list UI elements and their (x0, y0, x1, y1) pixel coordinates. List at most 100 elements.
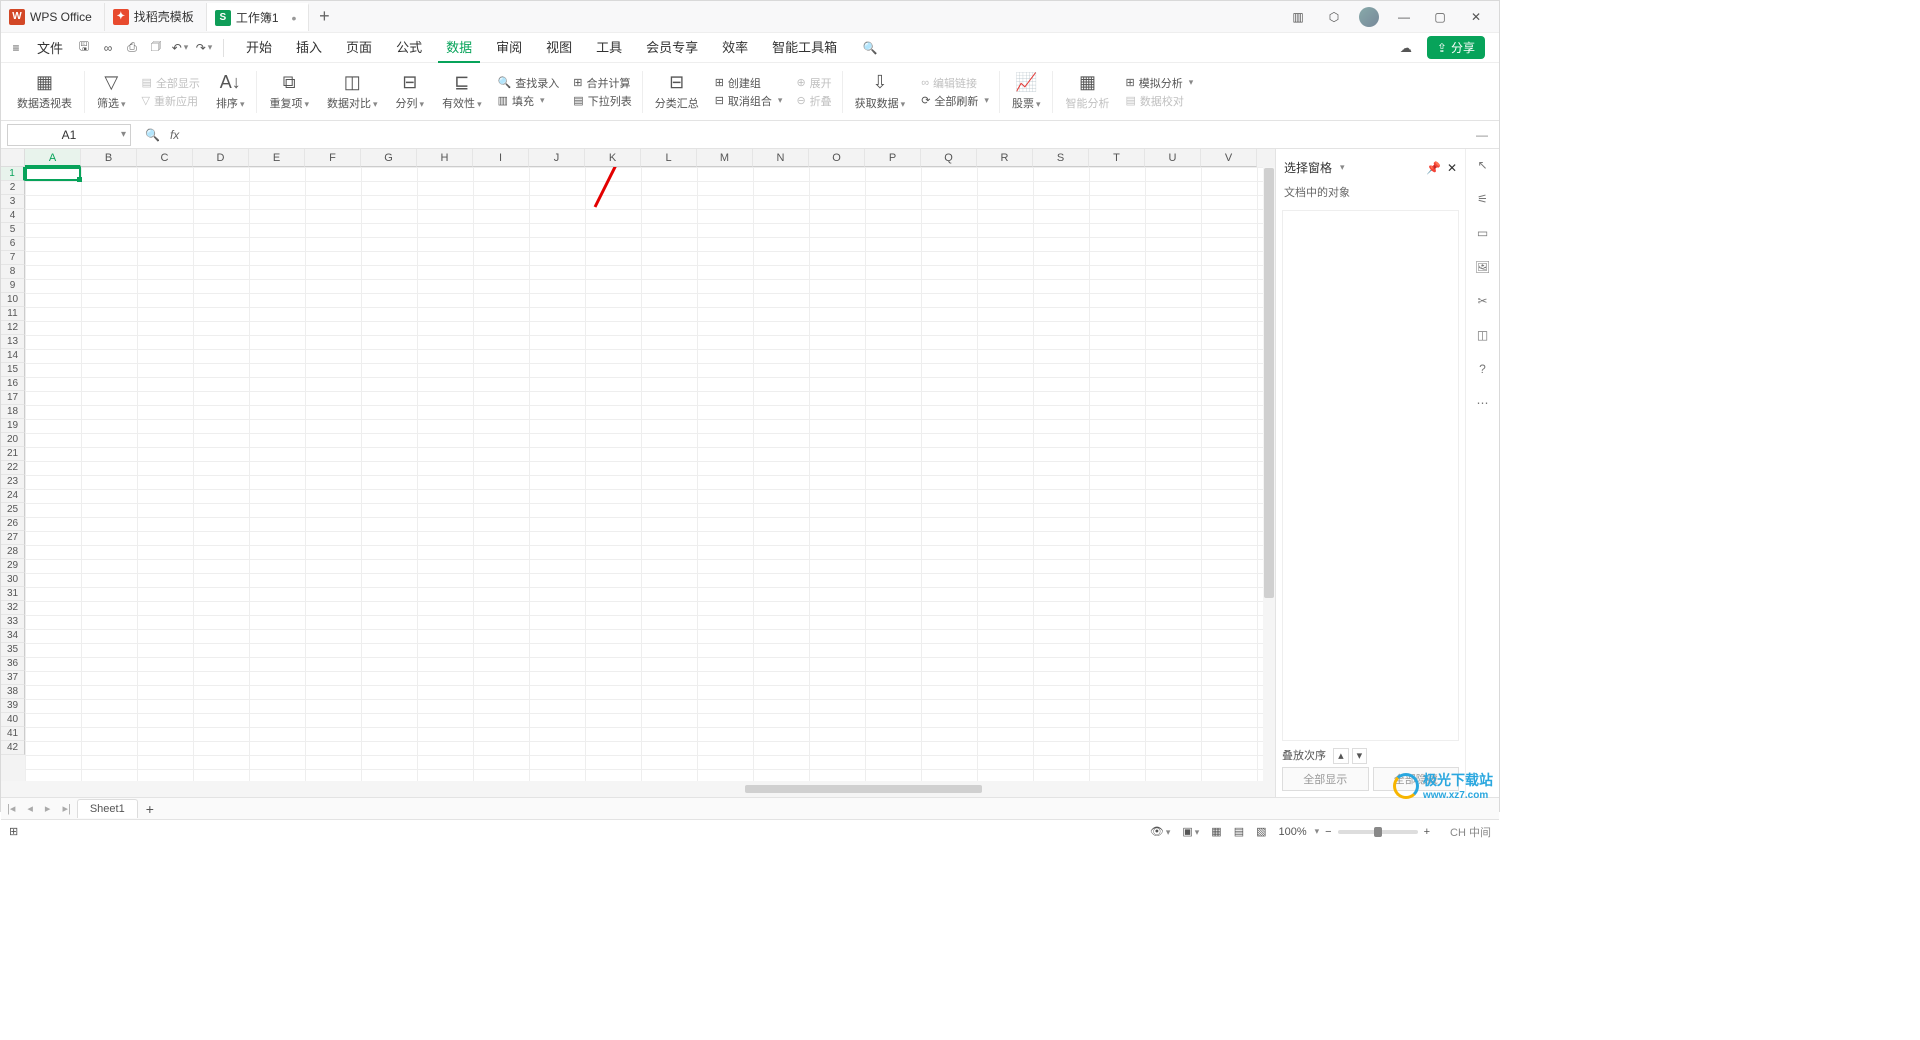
row-header[interactable]: 34 (1, 629, 25, 643)
validate-button[interactable]: ▤数据校对 (1125, 93, 1193, 109)
row-header[interactable]: 37 (1, 671, 25, 685)
save-icon[interactable]: 🖫 (73, 37, 95, 59)
fx-icon[interactable]: fx (170, 128, 179, 142)
maximize-icon[interactable]: ▢ (1429, 6, 1451, 28)
compare-button[interactable]: ◫数据对比▾ (321, 63, 384, 120)
col-header[interactable]: U (1145, 149, 1201, 167)
tab-data[interactable]: 数据 (438, 32, 480, 63)
col-header[interactable]: T (1089, 149, 1145, 167)
ungroup-button[interactable]: ⊟取消组合▾ (715, 93, 783, 109)
refresh-button[interactable]: ⟳全部刷新▾ (921, 93, 989, 109)
tab-review[interactable]: 审阅 (488, 32, 530, 63)
pin-icon[interactable]: 📌 (1426, 161, 1441, 175)
print-icon[interactable]: ⎙ (121, 37, 143, 59)
cell-grid[interactable] (25, 167, 1263, 781)
search-icon[interactable]: 🔍 (859, 37, 881, 59)
tab-formula[interactable]: 公式 (388, 32, 430, 63)
sheet-tab[interactable]: Sheet1 (77, 799, 138, 818)
tab-insert[interactable]: 插入 (288, 32, 330, 63)
row-header[interactable]: 11 (1, 307, 25, 321)
row-header[interactable]: 32 (1, 601, 25, 615)
row-header[interactable]: 7 (1, 251, 25, 265)
col-header[interactable]: S (1033, 149, 1089, 167)
col-header[interactable]: C (137, 149, 193, 167)
row-header[interactable]: 1 (1, 167, 25, 181)
col-header[interactable]: Q (921, 149, 977, 167)
cloud-icon[interactable]: ☁ (1395, 37, 1417, 59)
first-sheet-icon[interactable]: |◂ (1, 802, 21, 815)
valid-button[interactable]: ⊑有效性▾ (436, 63, 488, 120)
select-icon[interactable]: ↖ (1473, 155, 1493, 175)
row-header[interactable]: 26 (1, 517, 25, 531)
row-header[interactable]: 17 (1, 391, 25, 405)
formula-input[interactable] (189, 124, 1457, 146)
row-header[interactable]: 25 (1, 503, 25, 517)
view-page-icon[interactable]: ▤ (1234, 825, 1244, 838)
col-header[interactable]: N (753, 149, 809, 167)
present-icon[interactable]: ▭ (1473, 223, 1493, 243)
view-normal-icon[interactable]: ▦ (1211, 825, 1221, 838)
zoom-in-button[interactable]: + (1424, 826, 1430, 838)
row-header[interactable]: 23 (1, 475, 25, 489)
tab-smart[interactable]: 智能工具箱 (764, 32, 845, 63)
col-header[interactable]: A (25, 149, 81, 167)
col-header[interactable]: K (585, 149, 641, 167)
row-header[interactable]: 40 (1, 713, 25, 727)
row-header[interactable]: 14 (1, 349, 25, 363)
tab-templates[interactable]: ✦ 找稻壳模板 (105, 3, 207, 31)
last-sheet-icon[interactable]: ▸| (56, 802, 76, 815)
tab-page[interactable]: 页面 (338, 32, 380, 63)
col-header[interactable]: H (417, 149, 473, 167)
redo-icon[interactable]: ↷▾ (193, 37, 215, 59)
bookmark-icon[interactable]: ◫ (1473, 325, 1493, 345)
filter-button[interactable]: ▽筛选▾ (91, 63, 132, 120)
show-all-button[interactable]: 全部显示 (1282, 767, 1369, 791)
view-break-icon[interactable]: ▧ (1256, 825, 1266, 838)
link-icon[interactable]: ∞ (97, 37, 119, 59)
image-icon[interactable]: 🖼 (1473, 257, 1493, 277)
col-header[interactable]: O (809, 149, 865, 167)
dropdown-button[interactable]: ▤下拉列表 (573, 93, 631, 109)
layout-icon[interactable]: ▥ (1287, 6, 1309, 28)
row-header[interactable]: 28 (1, 545, 25, 559)
expand-button[interactable]: ⊕展开 (796, 75, 831, 91)
row-header[interactable]: 10 (1, 293, 25, 307)
col-header[interactable]: E (249, 149, 305, 167)
row-header[interactable]: 42 (1, 741, 25, 755)
horizontal-scrollbar[interactable] (745, 784, 1271, 794)
col-header[interactable]: I (473, 149, 529, 167)
row-header[interactable]: 3 (1, 195, 25, 209)
col-header[interactable]: F (305, 149, 361, 167)
share-button[interactable]: ⇪ 分享 (1427, 36, 1485, 59)
row-header[interactable]: 12 (1, 321, 25, 335)
row-header[interactable]: 29 (1, 559, 25, 573)
smart-button[interactable]: ▦智能分析 (1059, 63, 1115, 120)
getdata-button[interactable]: ⇩获取数据▾ (849, 63, 912, 120)
move-down-button[interactable]: ▾ (1352, 748, 1368, 764)
lookup-button[interactable]: 🔍查找录入 (498, 75, 560, 91)
col-header[interactable]: V (1201, 149, 1257, 167)
active-cell[interactable] (25, 167, 81, 181)
sim-button[interactable]: ⊞模拟分析▾ (1125, 75, 1193, 91)
tab-wps-office[interactable]: W WPS Office (1, 3, 105, 31)
row-header[interactable]: 9 (1, 279, 25, 293)
row-header[interactable]: 27 (1, 531, 25, 545)
add-sheet-button[interactable]: + (138, 801, 162, 817)
cube-icon[interactable]: ⬡ (1323, 6, 1345, 28)
undo-icon[interactable]: ↶▾ (169, 37, 191, 59)
help-icon[interactable]: ? (1473, 359, 1493, 379)
group-button[interactable]: ⊞创建组 (715, 75, 783, 91)
tab-member[interactable]: 会员专享 (638, 32, 706, 63)
chevron-down-icon[interactable]: ▾ (121, 129, 126, 140)
col-header[interactable]: J (529, 149, 585, 167)
row-header[interactable]: 30 (1, 573, 25, 587)
view-eye-icon[interactable]: 👁▾ (1150, 825, 1171, 838)
zoom-label[interactable]: 100% (1279, 826, 1307, 838)
select-all-corner[interactable] (1, 149, 25, 167)
fill-button[interactable]: ▥填充▾ (498, 93, 560, 109)
zoom-out-button[interactable]: − (1325, 826, 1331, 838)
row-header[interactable]: 24 (1, 489, 25, 503)
col-header[interactable]: D (193, 149, 249, 167)
col-header[interactable]: R (977, 149, 1033, 167)
settings-icon[interactable]: ⚟ (1473, 189, 1493, 209)
